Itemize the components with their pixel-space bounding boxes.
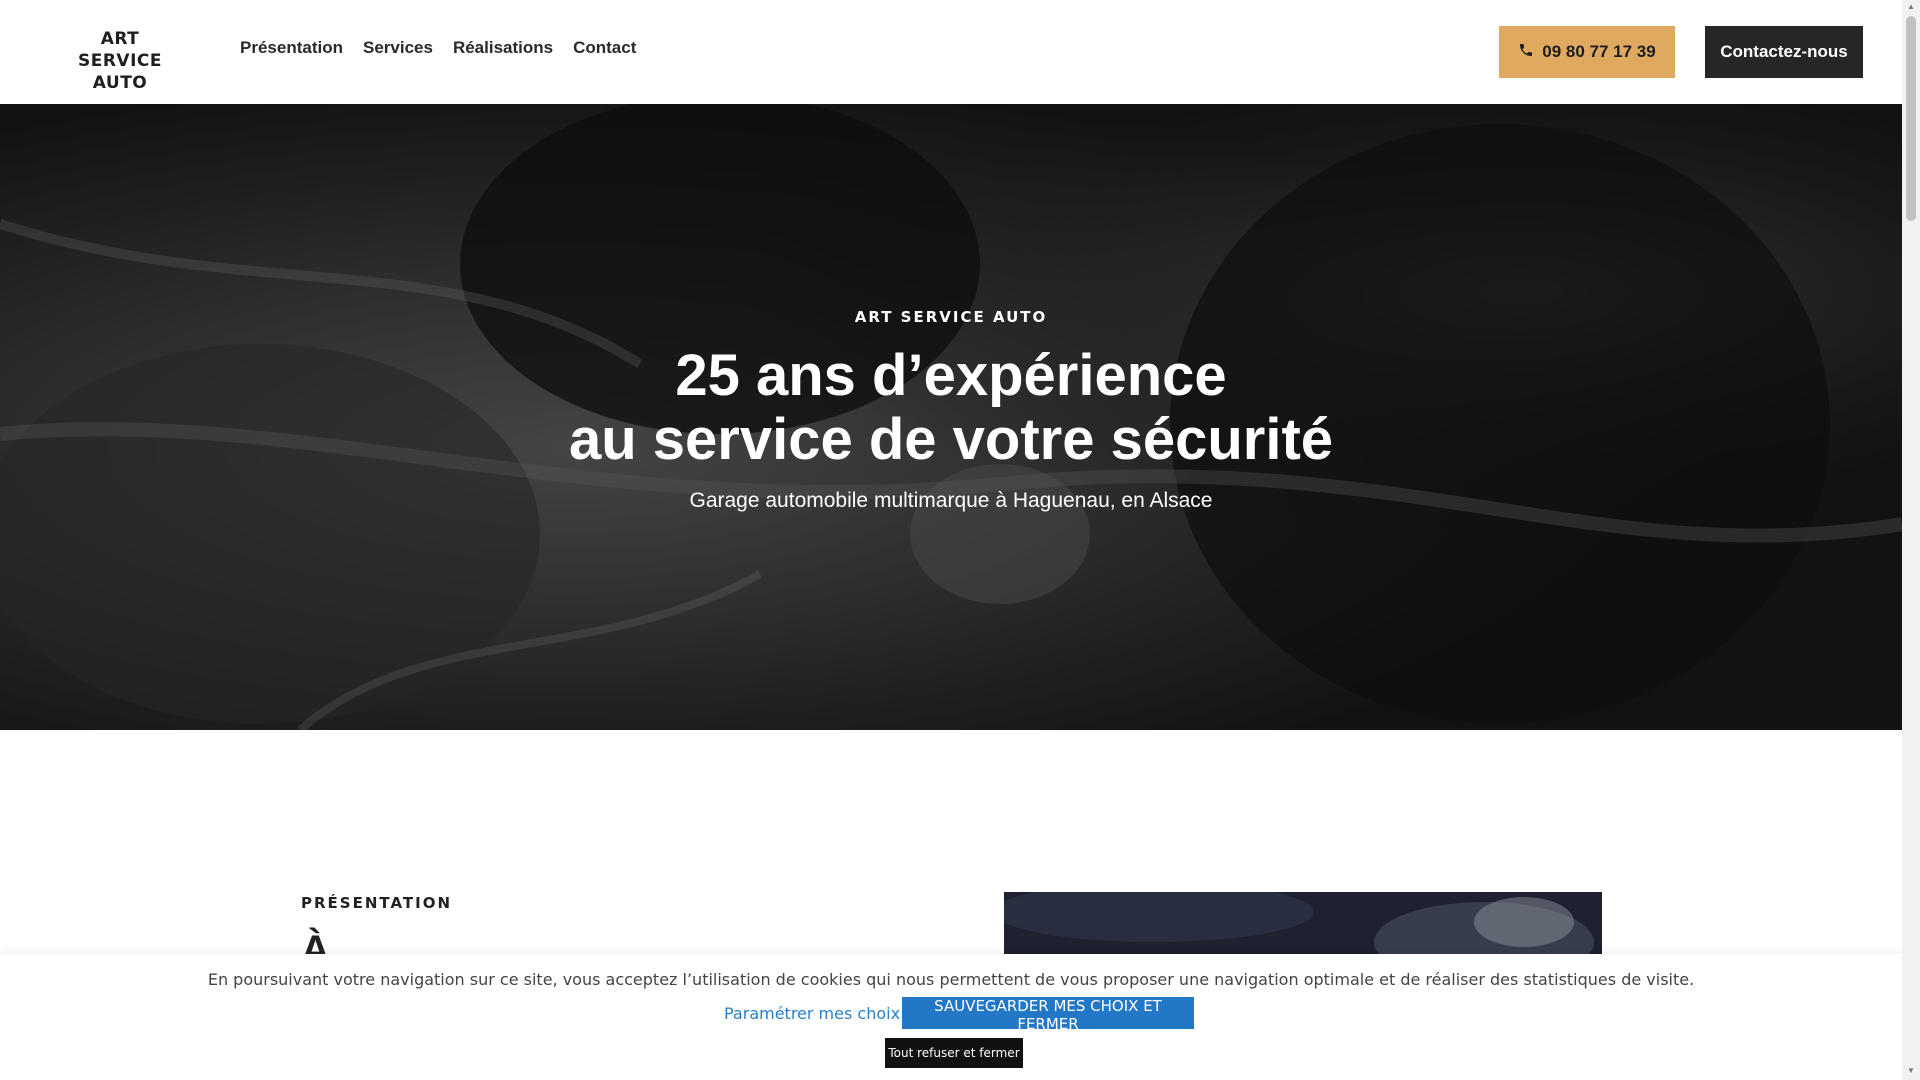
logo-line-2: AUTO [92,73,148,93]
logo-line-1: ART SERVICE [77,29,163,71]
scroll-thumb[interactable] [1906,16,1916,221]
hero-title: 25 ans d’expérience au service de votre … [0,344,1902,472]
presentation-eyebrow: PRÉSENTATION [301,894,453,912]
scroll-down-arrow-icon[interactable]: ▼ [1906,1066,1916,1076]
nav-item-services[interactable]: Services [363,38,433,58]
phone-number: 09 80 77 17 39 [1542,42,1656,61]
phone-icon [1518,42,1534,63]
nav-item-presentation[interactable]: Présentation [240,38,343,58]
hero-subtitle: Garage automobile multimarque à Haguenau… [689,489,1213,512]
site-logo[interactable]: ART SERVICE AUTO [62,28,178,94]
nav-item-contact[interactable]: Contact [573,38,636,58]
scroll-up-arrow-icon[interactable]: ▲ [1906,2,1916,12]
hero-title-line-2: au service de votre sécurité [568,407,1334,472]
cookie-text: En poursuivant votre navigation sur ce s… [207,970,1695,989]
cookie-save-button[interactable]: SAUVEGARDER MES CHOIX ET FERMER [902,997,1194,1033]
phone-button[interactable]: 09 80 77 17 39 [1499,26,1675,78]
cookie-settings-link[interactable]: Paramétrer mes choix [724,1004,900,1023]
main-nav: Présentation Services Réalisations Conta… [240,38,636,58]
hero-title-line-1: 25 ans d’expérience [675,343,1227,408]
cookie-refuse-button[interactable]: Tout refuser et fermer [885,1038,1023,1068]
page-scrollbar[interactable]: ▲ ▼ [1902,0,1920,1080]
nav-item-realisations[interactable]: Réalisations [453,38,553,58]
hero-eyebrow: ART SERVICE AUTO [854,308,1048,326]
site-header: ART SERVICE AUTO Présentation Services R… [0,0,1902,104]
hero-section: ART SERVICE AUTO 25 ans d’expérience au … [0,104,1902,730]
presentation-image [1004,892,1602,962]
contact-button[interactable]: Contactez-nous [1705,26,1863,78]
